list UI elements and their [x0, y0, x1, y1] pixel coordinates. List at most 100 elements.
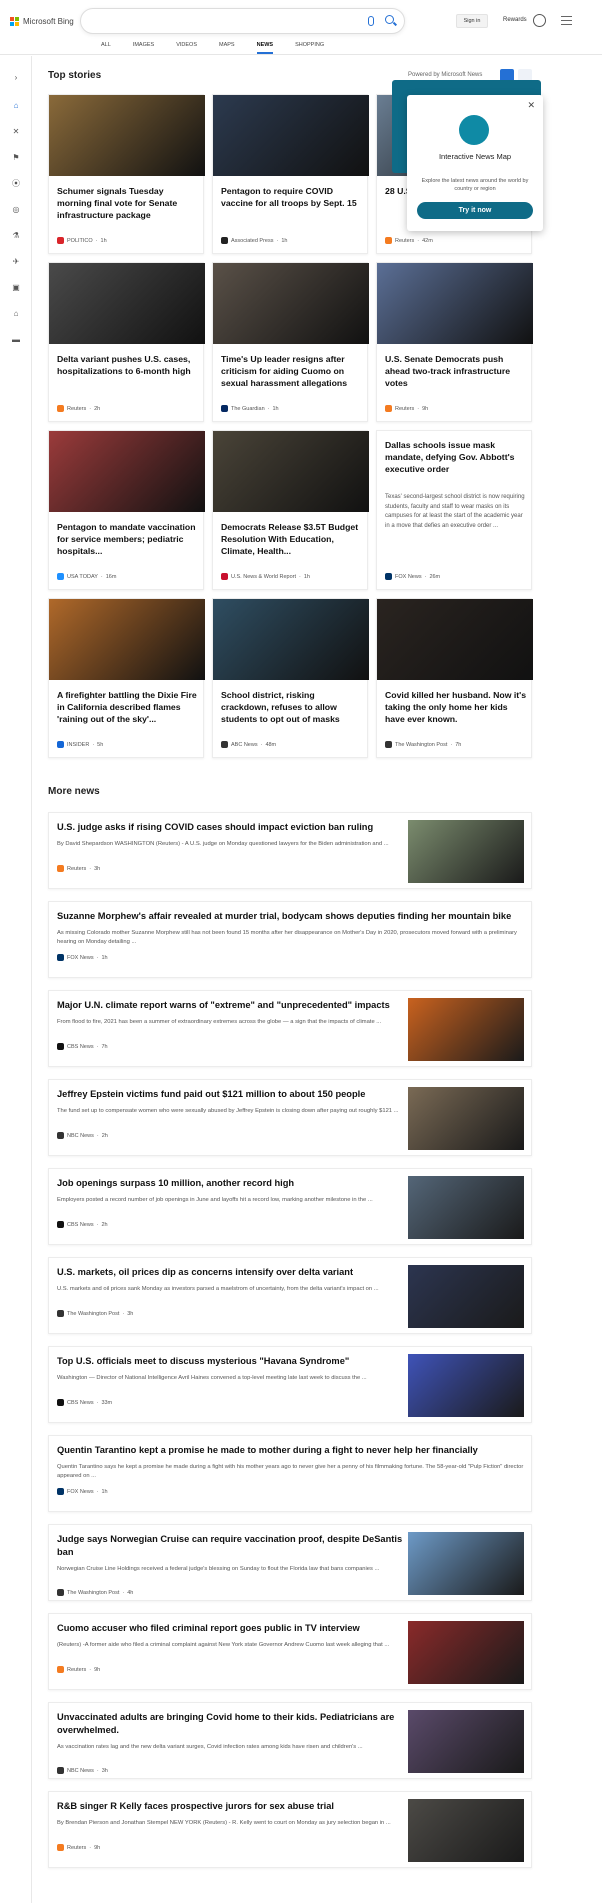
news-row[interactable]: Unvaccinated adults are bringing Covid h… [48, 1702, 532, 1779]
news-title[interactable]: Major U.N. climate report warns of "extr… [57, 999, 407, 1012]
nav-tab-all[interactable]: ALL [90, 40, 122, 54]
news-thumbnail[interactable] [408, 1532, 524, 1595]
news-row[interactable]: Major U.N. climate report warns of "extr… [48, 990, 532, 1067]
story-image[interactable] [49, 95, 205, 176]
nav-tab-news[interactable]: NEWS [246, 40, 285, 54]
nav-tab-shopping[interactable]: SHOPPING [284, 40, 335, 54]
search-input[interactable] [80, 8, 405, 34]
sign-in-button[interactable]: Sign in [456, 14, 488, 28]
search-icon[interactable] [385, 15, 394, 24]
nav-tab-videos[interactable]: VIDEOS [165, 40, 208, 54]
location-icon[interactable]: ⦿ [11, 178, 21, 188]
news-thumbnail[interactable] [408, 1354, 524, 1417]
microphone-icon[interactable] [368, 16, 374, 26]
story-card[interactable]: Schumer signals Tuesday morning final vo… [48, 94, 205, 254]
popup-close-icon[interactable]: ✕ [527, 100, 535, 111]
news-title[interactable]: Quentin Tarantino kept a promise he made… [57, 1444, 527, 1457]
story-card[interactable]: Time's Up leader resigns after criticism… [212, 262, 369, 422]
sports-icon[interactable]: ✕ [11, 126, 21, 136]
news-title[interactable]: Unvaccinated adults are bringing Covid h… [57, 1711, 407, 1737]
bing-logo[interactable]: Microsoft Bing [10, 13, 74, 29]
news-title[interactable]: R&B singer R Kelly faces prospective jur… [57, 1800, 407, 1813]
news-thumbnail[interactable] [408, 820, 524, 883]
news-thumbnail[interactable] [408, 1265, 524, 1328]
story-card[interactable]: Democrats Release $3.5T Budget Resolutio… [212, 430, 369, 590]
story-image[interactable] [377, 263, 533, 344]
news-thumbnail[interactable] [408, 1176, 524, 1239]
news-title[interactable]: U.S. markets, oil prices dip as concerns… [57, 1266, 407, 1279]
news-title[interactable]: Cuomo accuser who filed criminal report … [57, 1622, 407, 1635]
news-title[interactable]: Job openings surpass 10 million, another… [57, 1177, 407, 1190]
world-icon[interactable]: ◎ [11, 204, 21, 214]
story-title[interactable]: Democrats Release $3.5T Budget Resolutio… [221, 521, 363, 557]
story-title[interactable]: Covid killed her husband. Now it's takin… [385, 689, 527, 725]
banner-close-icon[interactable]: ✕ [554, 87, 562, 98]
story-title[interactable]: Delta variant pushes U.S. cases, hospita… [57, 353, 199, 377]
news-title[interactable]: Jeffrey Epstein victims fund paid out $1… [57, 1088, 407, 1101]
publisher-logo-icon [221, 741, 228, 748]
story-image[interactable] [49, 431, 205, 512]
news-row[interactable]: Judge says Norwegian Cruise can require … [48, 1524, 532, 1601]
story-title[interactable]: U.S. Senate Democrats push ahead two-tra… [385, 353, 527, 389]
news-thumbnail[interactable] [408, 1710, 524, 1773]
story-image[interactable] [213, 599, 369, 680]
business-icon[interactable]: ⌂ [11, 308, 21, 318]
story-card[interactable]: U.S. Senate Democrats push ahead two-tra… [376, 262, 533, 422]
story-card[interactable]: Dallas schools issue mask mandate, defyi… [376, 430, 532, 590]
news-row[interactable]: Top U.S. officials meet to discuss myste… [48, 1346, 532, 1423]
story-card[interactable]: School district, risking crackdown, refu… [212, 598, 369, 758]
news-description: U.S. markets and oil prices sank Monday … [57, 1286, 379, 1292]
nav-tab-maps[interactable]: MAPS [208, 40, 246, 54]
news-title[interactable]: U.S. judge asks if rising COVID cases sh… [57, 821, 407, 834]
story-title[interactable]: Dallas schools issue mask mandate, defyi… [385, 439, 527, 475]
story-image[interactable] [49, 263, 205, 344]
science-icon[interactable]: ⚗ [11, 230, 21, 240]
try-it-now-button[interactable]: Try it now [417, 202, 533, 219]
technology-icon[interactable]: ✈ [11, 256, 21, 266]
news-thumbnail[interactable] [408, 998, 524, 1061]
news-row[interactable]: U.S. judge asks if rising COVID cases sh… [48, 812, 532, 889]
rewards-link[interactable]: Rewards [503, 17, 527, 23]
story-title[interactable]: Pentagon to require COVID vaccine for al… [221, 185, 363, 209]
story-card[interactable]: Delta variant pushes U.S. cases, hospita… [48, 262, 205, 422]
story-image[interactable] [377, 599, 533, 680]
news-thumbnail[interactable] [408, 1799, 524, 1862]
news-row[interactable]: Jeffrey Epstein victims fund paid out $1… [48, 1079, 532, 1156]
money-icon[interactable]: ▬ [11, 334, 21, 344]
news-thumbnail[interactable] [408, 1621, 524, 1684]
story-card[interactable]: Covid killed her husband. Now it's takin… [376, 598, 533, 758]
story-image[interactable] [213, 431, 369, 512]
news-title[interactable]: Suzanne Morphew's affair revealed at mur… [57, 910, 527, 923]
news-row[interactable]: Cuomo accuser who filed criminal report … [48, 1613, 532, 1690]
story-title[interactable]: Pentagon to mandate vaccination for serv… [57, 521, 199, 557]
story-image[interactable] [213, 263, 369, 344]
publisher-name: Reuters [395, 405, 415, 412]
story-title[interactable]: Schumer signals Tuesday morning final vo… [57, 185, 199, 221]
news-row[interactable]: Quentin Tarantino kept a promise he made… [48, 1435, 532, 1512]
politics-icon[interactable]: ⚑ [11, 152, 21, 162]
news-row[interactable]: Job openings surpass 10 million, another… [48, 1168, 532, 1245]
story-title[interactable]: Time's Up leader resigns after criticism… [221, 353, 363, 389]
news-row[interactable]: U.S. markets, oil prices dip as concerns… [48, 1257, 532, 1334]
rewards-trophy-icon[interactable] [533, 14, 546, 27]
story-source: Reuters · 42m [385, 237, 433, 244]
entertainment-icon[interactable]: ▣ [11, 282, 21, 292]
news-title[interactable]: Judge says Norwegian Cruise can require … [57, 1533, 407, 1559]
story-time: 42m [422, 237, 433, 244]
story-card[interactable]: Pentagon to require COVID vaccine for al… [212, 94, 369, 254]
story-card[interactable]: Pentagon to mandate vaccination for serv… [48, 430, 205, 590]
expand-icon[interactable]: › [11, 72, 21, 82]
story-title[interactable]: A firefighter battling the Dixie Fire in… [57, 689, 199, 725]
story-image[interactable] [213, 95, 369, 176]
news-row[interactable]: Suzanne Morphew's affair revealed at mur… [48, 901, 532, 978]
story-card[interactable]: A firefighter battling the Dixie Fire in… [48, 598, 205, 758]
nav-tab-images[interactable]: IMAGES [122, 40, 165, 54]
story-image[interactable] [49, 599, 205, 680]
news-thumbnail[interactable] [408, 1087, 524, 1150]
home-icon[interactable]: ⌂ [11, 100, 21, 110]
hamburger-menu-icon[interactable] [561, 16, 572, 25]
publisher-name: Reuters [67, 405, 87, 412]
story-title[interactable]: School district, risking crackdown, refu… [221, 689, 363, 725]
news-title[interactable]: Top U.S. officials meet to discuss myste… [57, 1355, 407, 1368]
news-row[interactable]: R&B singer R Kelly faces prospective jur… [48, 1791, 532, 1868]
